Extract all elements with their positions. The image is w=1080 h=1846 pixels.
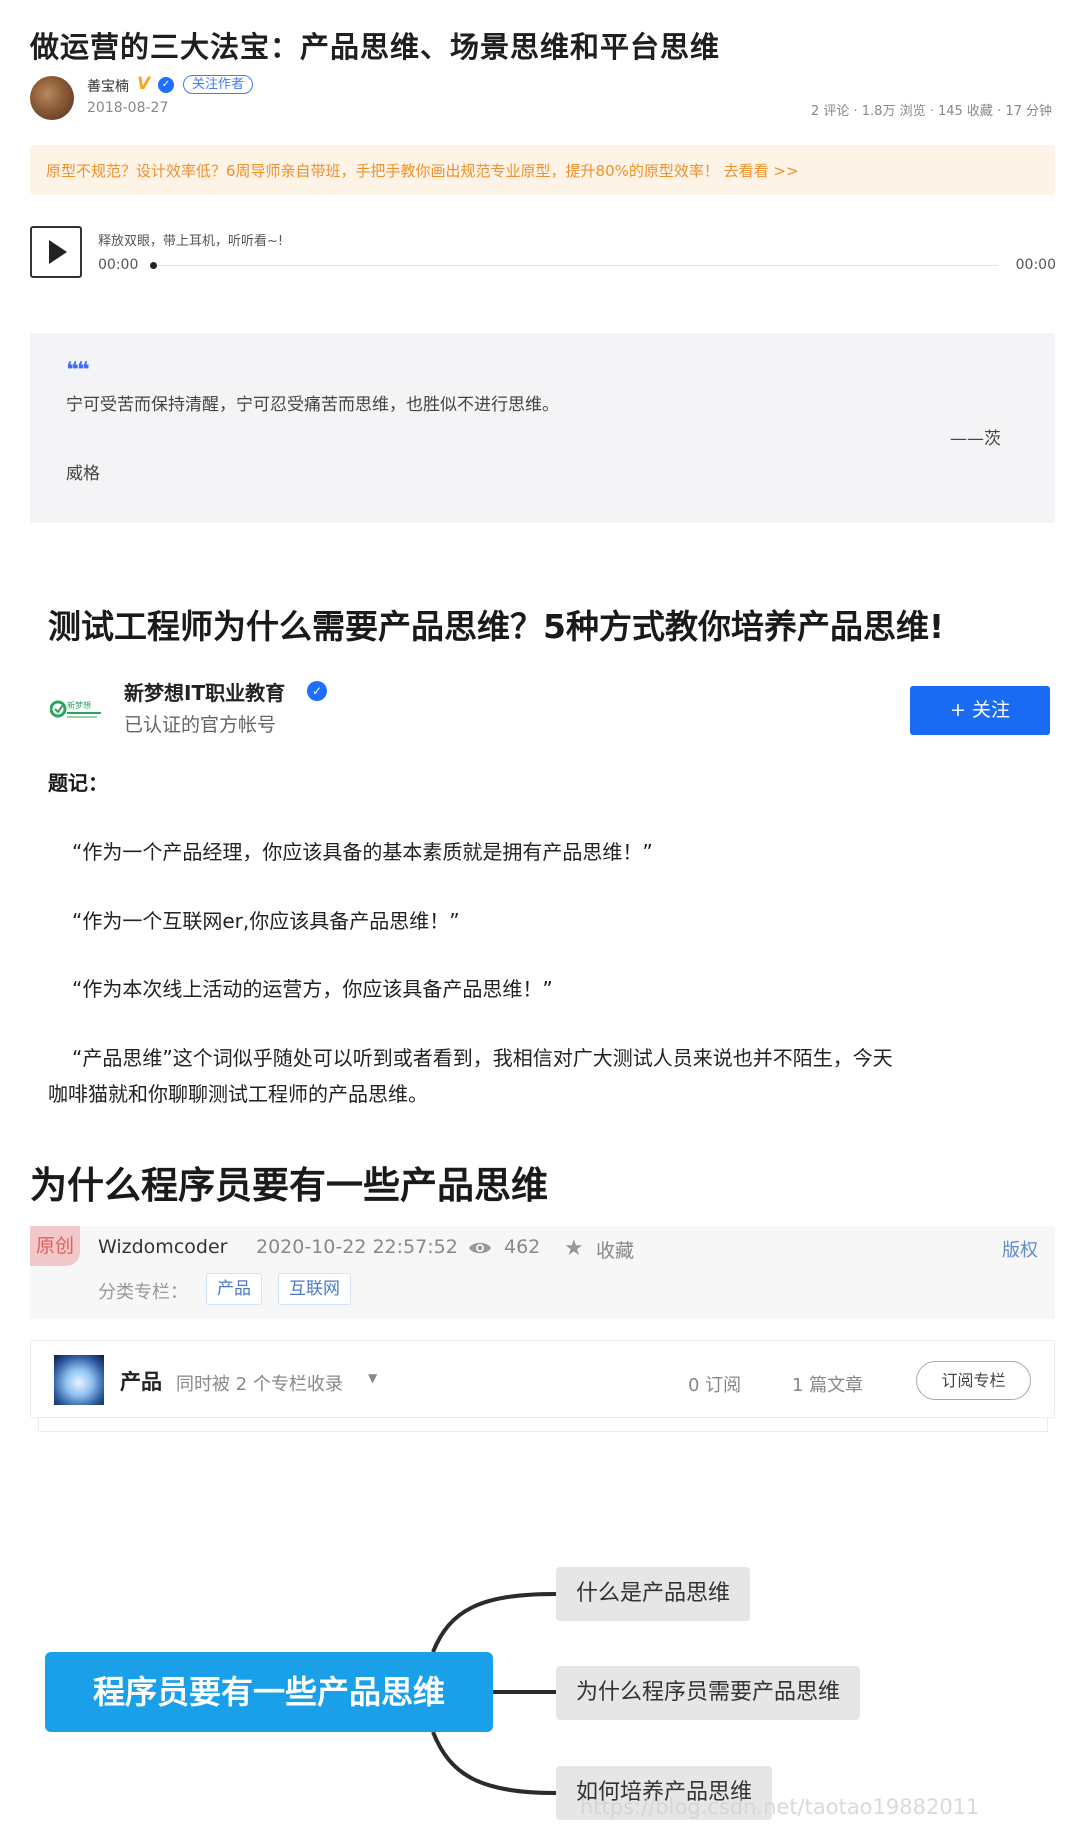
star-icon[interactable]: ★ <box>564 1238 584 1260</box>
column-subscribers: 0 订阅 <box>688 1375 742 1396</box>
paragraph-line: 咖啡猫就和你聊聊测试工程师的产品思维。 <box>48 1082 428 1106</box>
view-count: 462 <box>504 1236 541 1258</box>
audio-progress-track[interactable] <box>158 265 998 266</box>
mindmap-node: 什么是产品思维 <box>556 1567 751 1621</box>
category-tag[interactable]: 互联网 <box>278 1273 351 1305</box>
mindmap-root-node: 程序员要有一些产品思维 <box>45 1652 493 1732</box>
quote-attribution-name: 威格 <box>66 464 100 484</box>
image-watermark: https://blog.csdn.net/taotao19882011 <box>580 1795 980 1819</box>
favorite-button[interactable]: 收藏 <box>596 1236 634 1263</box>
category-tag[interactable]: 产品 <box>206 1273 262 1305</box>
column-collected-by[interactable]: 同时被 2 个专栏收录 <box>176 1370 343 1396</box>
meta-datetime: 2020-10-22 22:57:52 <box>256 1236 458 1258</box>
eye-icon <box>469 1242 491 1254</box>
verified-icon: ✓ <box>158 77 174 93</box>
org-subtitle: 已认证的官方帐号 <box>124 714 277 736</box>
meta-author[interactable]: Wizdomcoder <box>98 1236 227 1258</box>
org-name[interactable]: 新梦想IT职业教育 <box>124 677 285 706</box>
promo-text[interactable]: 原型不规范？设计效率低？6周导师亲自带班，手把手教你画出规范专业原型，提升80%… <box>46 160 799 181</box>
article-title[interactable]: 做运营的三大法宝：产品思维、场景思维和平台思维 <box>30 24 720 66</box>
chevron-down-icon[interactable]: ▼ <box>368 1371 377 1385</box>
vip-badge-icon: V <box>137 74 151 94</box>
audio-current-time: 00:00 <box>98 257 139 273</box>
column-thumbnail[interactable] <box>54 1355 104 1405</box>
article-title-2: 测试工程师为什么需要产品思维？5种方式教你培养产品思维! <box>48 607 945 646</box>
author-avatar[interactable] <box>30 76 74 120</box>
paragraph-line: “产品思维”这个词似乎随处可以听到或者看到，我相信对广大测试人员来说也并不陌生，… <box>72 1046 893 1070</box>
verified-icon: ✓ <box>307 681 327 701</box>
mindmap-node: 为什么程序员需要产品思维 <box>556 1666 861 1720</box>
quote-block <box>30 333 1055 523</box>
publish-date: 2018-08-27 <box>87 100 169 116</box>
quote-line: “作为一个产品经理，你应该具备的基本素质就是拥有产品思维！” <box>72 840 653 864</box>
section-heading: 题记： <box>48 771 108 795</box>
quote-line: “作为一个互联网er,你应该具备产品思维！” <box>72 909 460 933</box>
follow-author-button[interactable]: 关注作者 <box>183 75 254 94</box>
quote-line: “作为本次线上活动的运营方，你应该具备产品思维！” <box>72 977 553 1001</box>
author-name[interactable]: 善宝楠 <box>87 76 129 96</box>
copyright-link[interactable]: 版权 <box>1002 1236 1038 1262</box>
article-stats: 2 评论 · 1.8万 浏览 · 145 收藏 · 17 分钟 <box>810 104 1052 119</box>
org-logo[interactable]: 新梦想 <box>50 696 105 722</box>
original-badge: 原创 <box>30 1226 80 1266</box>
column-name[interactable]: 产品 <box>120 1366 162 1396</box>
audio-hint: 释放双眼，带上耳机，听听看~! <box>98 234 284 249</box>
audio-progress-handle[interactable] <box>150 262 157 269</box>
column-card-shadow <box>38 1418 1048 1432</box>
follow-button[interactable]: + 关注 <box>910 686 1050 735</box>
play-icon[interactable] <box>49 240 67 264</box>
article-title-3: 为什么程序员要有一些产品思维 <box>30 1164 548 1207</box>
logo-text: 新梦想 <box>67 700 91 710</box>
category-label: 分类专栏： <box>98 1282 188 1303</box>
audio-duration: 00:00 <box>1015 257 1056 273</box>
column-post-count: 1 篇文章 <box>792 1375 864 1396</box>
quote-attribution: ——茨 <box>950 429 1001 449</box>
subscribe-column-button[interactable]: 订阅专栏 <box>916 1361 1031 1400</box>
quote-icon: ❝❝ <box>66 358 90 383</box>
quote-text: 宁可受苦而保持清醒，宁可忍受痛苦而思维，也胜似不进行思维。 <box>66 395 559 415</box>
